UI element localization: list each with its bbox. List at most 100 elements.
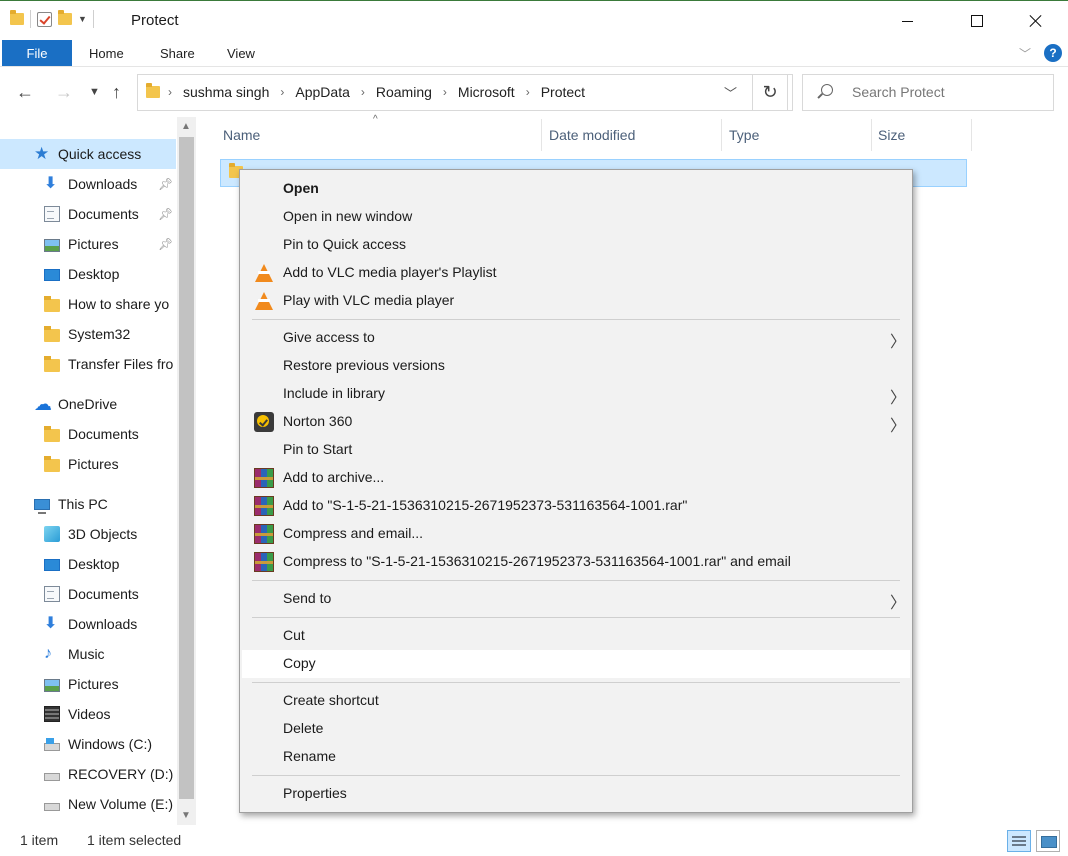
up-arrow-icon[interactable]: ↑ bbox=[112, 82, 121, 103]
scroll-up-icon[interactable]: ▲ bbox=[181, 121, 191, 132]
crumb-roaming[interactable]: Roaming bbox=[376, 84, 432, 100]
menu-item-give-access[interactable]: Give access to 〉 bbox=[242, 324, 910, 352]
sidebar-item-onedrive[interactable]: ☁ OneDrive bbox=[0, 389, 176, 419]
recent-locations-chevron-icon[interactable]: ▼ bbox=[89, 86, 100, 98]
sidebar-item-drive-e[interactable]: New Volume (E:) bbox=[0, 789, 176, 819]
drive-icon bbox=[44, 773, 60, 781]
close-icon bbox=[1029, 14, 1043, 28]
sidebar-item-onedrive-documents[interactable]: Documents bbox=[0, 419, 176, 449]
chevron-right-icon[interactable]: › bbox=[168, 85, 172, 99]
menu-item-vlc-playlist[interactable]: Add to VLC media player's Playlist bbox=[242, 259, 910, 287]
sidebar-item-music[interactable]: ♪ Music bbox=[0, 639, 176, 669]
minimize-button[interactable] bbox=[884, 1, 930, 41]
sidebar-item-pc-documents[interactable]: Documents bbox=[0, 579, 176, 609]
expand-ribbon-chevron-icon[interactable]: ﹀ bbox=[1019, 45, 1031, 62]
sidebar-item-pictures[interactable]: Pictures 📌︎ bbox=[0, 229, 176, 259]
menu-item-label: Add to archive... bbox=[283, 469, 385, 485]
chevron-right-icon[interactable]: › bbox=[280, 85, 284, 99]
vlc-icon bbox=[254, 263, 274, 283]
status-bar: 1 item 1 item selected bbox=[0, 825, 1068, 856]
column-header-size[interactable]: Size bbox=[878, 117, 968, 153]
large-icons-view-icon[interactable] bbox=[1036, 830, 1060, 852]
sidebar-item-videos[interactable]: Videos bbox=[0, 699, 176, 729]
sidebar-item-desktop[interactable]: Desktop bbox=[0, 259, 176, 289]
sidebar-item-pc-downloads[interactable]: ⬇ Downloads bbox=[0, 609, 176, 639]
menu-item-add-to-rar[interactable]: Add to "S-1-5-21-1536310215-2671952373-5… bbox=[242, 492, 910, 520]
sidebar-item-label: Pictures bbox=[68, 236, 119, 252]
refresh-button[interactable]: ↻ bbox=[752, 74, 788, 111]
crumb-protect[interactable]: Protect bbox=[541, 84, 585, 100]
sidebar-scrollbar[interactable]: ▲ ▼ bbox=[177, 117, 196, 825]
crumb-user[interactable]: sushma singh bbox=[183, 84, 269, 100]
menu-item-norton[interactable]: Norton 360 〉 bbox=[242, 408, 910, 436]
sidebar-item-this-pc[interactable]: This PC bbox=[0, 489, 176, 519]
sidebar-item-pc-desktop[interactable]: Desktop bbox=[0, 549, 176, 579]
menu-item-vlc-play[interactable]: Play with VLC media player bbox=[242, 287, 910, 315]
sidebar-item-transfer-files[interactable]: Transfer Files fro bbox=[0, 349, 176, 379]
menu-item-pin-quick-access[interactable]: Pin to Quick access bbox=[242, 231, 910, 259]
menu-item-cut[interactable]: Cut bbox=[242, 622, 910, 650]
column-header-type[interactable]: Type bbox=[729, 117, 869, 153]
address-history-chevron-icon[interactable]: ﹀ bbox=[724, 83, 737, 102]
desktop-icon bbox=[44, 269, 60, 281]
search-input[interactable]: Search Protect bbox=[802, 74, 1054, 111]
menu-item-create-shortcut[interactable]: Create shortcut bbox=[242, 687, 910, 715]
details-view-icon[interactable] bbox=[1007, 830, 1031, 852]
menu-item-include-library[interactable]: Include in library 〉 bbox=[242, 380, 910, 408]
sidebar-item-label: Videos bbox=[68, 706, 111, 722]
menu-item-open-new-window[interactable]: Open in new window bbox=[242, 203, 910, 231]
scrollbar-thumb[interactable] bbox=[179, 137, 194, 799]
tab-share[interactable]: Share bbox=[160, 46, 195, 61]
sidebar-item-how-to-share[interactable]: How to share yo bbox=[0, 289, 176, 319]
sidebar-item-label: Documents bbox=[68, 426, 139, 442]
address-bar[interactable]: › sushma singh › AppData › Roaming › Mic… bbox=[137, 74, 793, 111]
pictures-icon bbox=[44, 238, 60, 252]
properties-icon[interactable] bbox=[37, 11, 52, 27]
back-arrow-icon[interactable]: ← bbox=[16, 82, 34, 103]
help-icon[interactable]: ? bbox=[1044, 44, 1062, 62]
menu-item-restore-versions[interactable]: Restore previous versions bbox=[242, 352, 910, 380]
chevron-right-icon[interactable]: › bbox=[526, 85, 530, 99]
menu-item-properties[interactable]: Properties bbox=[242, 780, 910, 808]
scroll-down-icon[interactable]: ▼ bbox=[181, 810, 191, 821]
sidebar-item-pc-pictures[interactable]: Pictures bbox=[0, 669, 176, 699]
sidebar-item-drive-d[interactable]: RECOVERY (D:) bbox=[0, 759, 176, 789]
sidebar-item-3d-objects[interactable]: 3D Objects bbox=[0, 519, 176, 549]
column-header-date-modified[interactable]: Date modified bbox=[549, 117, 719, 153]
menu-item-label: Send to bbox=[283, 590, 332, 606]
menu-item-copy[interactable]: Copy bbox=[242, 650, 910, 678]
menu-item-compress-to-rar-email[interactable]: Compress to "S-1-5-21-1536310215-2671952… bbox=[242, 548, 910, 576]
column-header-name[interactable]: Name bbox=[223, 117, 541, 153]
sidebar-item-quick-access[interactable]: ★ Quick access bbox=[0, 139, 176, 169]
menu-item-send-to[interactable]: Send to 〉 bbox=[242, 585, 910, 613]
forward-arrow-icon[interactable]: → bbox=[55, 82, 73, 103]
menu-item-delete[interactable]: Delete bbox=[242, 715, 910, 743]
customize-toolbar-chevron-icon[interactable]: ▼ bbox=[78, 14, 87, 24]
sidebar-item-downloads[interactable]: ⬇ Downloads 📌︎ bbox=[0, 169, 176, 199]
sidebar-item-system32[interactable]: System32 bbox=[0, 319, 176, 349]
new-folder-icon[interactable] bbox=[58, 10, 72, 25]
crumb-microsoft[interactable]: Microsoft bbox=[458, 84, 515, 100]
minimize-icon bbox=[901, 20, 913, 22]
tab-file[interactable]: File bbox=[2, 40, 72, 66]
menu-item-rename[interactable]: Rename bbox=[242, 743, 910, 771]
menu-item-add-archive[interactable]: Add to archive... bbox=[242, 464, 910, 492]
crumb-appdata[interactable]: AppData bbox=[295, 84, 349, 100]
pin-icon: 📌︎ bbox=[158, 177, 174, 191]
tab-view[interactable]: View bbox=[227, 46, 255, 61]
tab-home[interactable]: Home bbox=[89, 46, 124, 61]
sidebar-item-documents[interactable]: Documents 📌︎ bbox=[0, 199, 176, 229]
menu-item-open[interactable]: Open bbox=[242, 175, 910, 203]
menu-item-pin-start[interactable]: Pin to Start bbox=[242, 436, 910, 464]
maximize-button[interactable] bbox=[954, 1, 1000, 41]
sidebar-item-label: Downloads bbox=[68, 176, 138, 192]
chevron-right-icon[interactable]: › bbox=[443, 85, 447, 99]
sidebar-item-label: Desktop bbox=[68, 556, 120, 572]
menu-item-compress-email[interactable]: Compress and email... bbox=[242, 520, 910, 548]
chevron-right-icon: 〉 bbox=[890, 595, 907, 612]
menu-item-label: Pin to Start bbox=[283, 441, 353, 457]
close-button[interactable] bbox=[1013, 1, 1059, 41]
sidebar-item-drive-c[interactable]: Windows (C:) bbox=[0, 729, 176, 759]
chevron-right-icon[interactable]: › bbox=[361, 85, 365, 99]
sidebar-item-onedrive-pictures[interactable]: Pictures bbox=[0, 449, 176, 479]
